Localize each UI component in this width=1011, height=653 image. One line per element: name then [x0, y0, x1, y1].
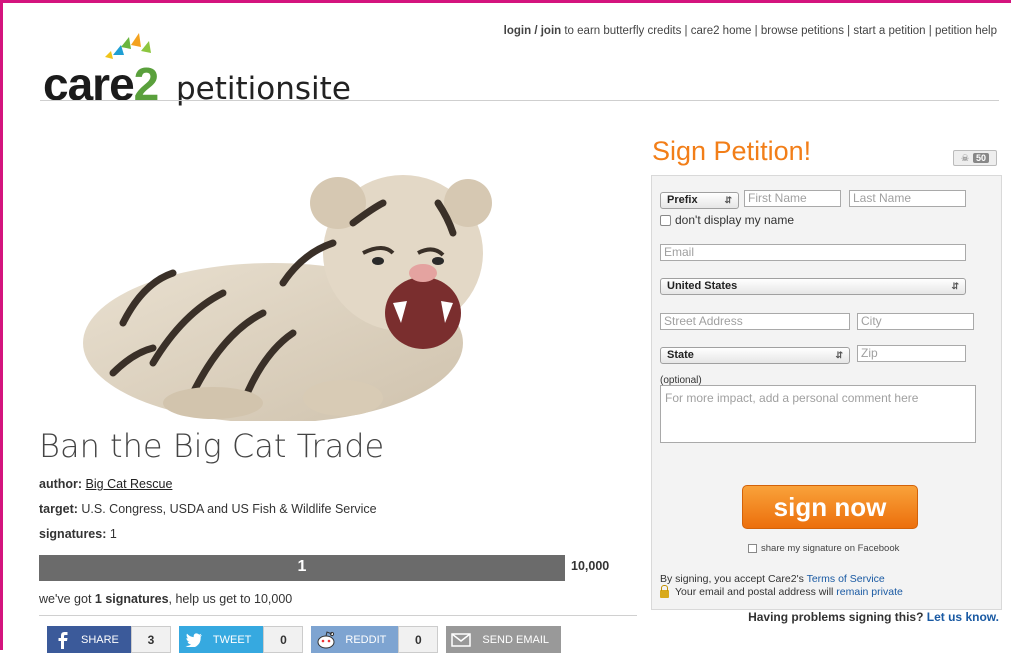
reddit-label: REDDIT — [341, 626, 398, 653]
country-select[interactable]: United States ⇵ — [660, 278, 966, 295]
terms-prefix: By signing, you accept Care2's — [660, 573, 807, 585]
logo-petitionsite-text: petitionsite — [176, 71, 351, 107]
progress-goal: 10,000 — [571, 559, 609, 573]
top-nav: login / join to earn butterfly credits |… — [504, 25, 997, 37]
petition-image — [83, 163, 513, 421]
send-email-label: SEND EMAIL — [476, 626, 561, 653]
problems-prefix: Having problems signing this? — [748, 610, 927, 624]
street-address-field[interactable]: Street Address — [660, 313, 850, 330]
butterfly-icon: ☠ — [961, 153, 969, 164]
nav-sep: | — [844, 25, 853, 37]
header-divider — [40, 100, 999, 101]
butterfly-credits-count: 50 — [973, 153, 989, 163]
petition-title: Ban the Big Cat Trade — [39, 427, 384, 465]
facebook-icon — [47, 626, 77, 653]
twitter-icon — [179, 626, 209, 653]
nav-sep: | — [926, 25, 935, 37]
facebook-share-button[interactable]: SHARE 3 — [47, 626, 171, 653]
terms-notice: By signing, you accept Care2's Terms of … — [660, 573, 885, 585]
email-icon — [446, 626, 476, 653]
state-select-value: State — [667, 349, 694, 361]
petition-help-link[interactable]: petition help — [935, 25, 997, 37]
tweet-button[interactable]: TWEET 0 — [179, 626, 304, 653]
prefix-select-value: Prefix — [667, 194, 698, 206]
hide-name-label: don't display my name — [675, 213, 794, 227]
select-arrows-icon: ⇵ — [951, 279, 959, 294]
select-arrows-icon: ⇵ — [835, 348, 843, 363]
select-arrows-icon: ⇵ — [724, 193, 732, 208]
share-divider — [39, 615, 637, 616]
let-us-know-link[interactable]: Let us know. — [927, 610, 999, 624]
sign-petition-heading: Sign Petition! — [652, 136, 811, 167]
lock-icon — [660, 590, 669, 598]
share-bar: SHARE 3 TWEET 0 REDDIT 0 SEND EMAIL — [47, 626, 561, 653]
comment-textarea[interactable]: For more impact, add a personal comment … — [660, 385, 976, 443]
facebook-share-checkbox-label: share my signature on Facebook — [761, 543, 899, 554]
logo-care-text: care2 — [43, 57, 158, 111]
target-value: U.S. Congress, USDA and US Fish & Wildli… — [81, 502, 376, 516]
tweet-label: TWEET — [209, 626, 264, 653]
nav-text: to earn butterfly credits | — [561, 25, 691, 37]
author-link[interactable]: Big Cat Rescue — [86, 477, 173, 491]
reddit-button[interactable]: REDDIT 0 — [311, 626, 438, 653]
facebook-share-label: SHARE — [77, 626, 131, 653]
tweet-count: 0 — [263, 626, 303, 653]
remain-private-link[interactable]: remain private — [836, 586, 903, 598]
progress-message: we've got 1 signatures, help us get to 1… — [39, 592, 292, 606]
email-field[interactable]: Email — [660, 244, 966, 261]
facebook-share-count: 3 — [131, 626, 171, 653]
signing-problems-note: Having problems signing this? Let us kno… — [748, 610, 999, 624]
checkbox-box[interactable] — [660, 215, 671, 226]
signature-progress-bar: 1 — [39, 555, 565, 581]
checkbox-box[interactable] — [748, 544, 757, 553]
browse-petitions-link[interactable]: browse petitions — [761, 25, 844, 37]
last-name-field[interactable]: Last Name — [849, 190, 966, 207]
facebook-share-checkbox[interactable]: share my signature on Facebook — [748, 543, 899, 554]
care2-home-link[interactable]: care2 home — [691, 25, 752, 37]
progress-count: 1 — [39, 558, 565, 576]
country-select-value: United States — [667, 280, 737, 292]
nav-sep: | — [751, 25, 760, 37]
butterfly-credits-badge: ☠ 50 — [953, 150, 997, 166]
privacy-prefix: Your email and postal address will — [675, 586, 836, 598]
tiger-cub-image — [83, 163, 513, 421]
zip-field[interactable]: Zip — [857, 345, 966, 362]
reddit-icon — [311, 626, 341, 653]
signatures-label: signatures: — [39, 527, 106, 541]
send-email-button[interactable]: SEND EMAIL — [446, 626, 561, 653]
signatures-value: 1 — [110, 527, 117, 541]
city-field[interactable]: City — [857, 313, 974, 330]
progress-message-prefix: we've got — [39, 592, 95, 606]
terms-of-service-link[interactable]: Terms of Service — [807, 573, 885, 585]
progress-message-suffix: , help us get to 10,000 — [169, 592, 293, 606]
target-label: target: — [39, 502, 78, 516]
reddit-count: 0 — [398, 626, 438, 653]
start-petition-link[interactable]: start a petition — [853, 25, 925, 37]
petition-target: target: U.S. Congress, USDA and US Fish … — [39, 502, 377, 516]
first-name-field[interactable]: First Name — [744, 190, 841, 207]
login-join-link[interactable]: login / join — [504, 25, 562, 37]
prefix-select[interactable]: Prefix ⇵ — [660, 192, 739, 209]
privacy-notice: Your email and postal address will remai… — [660, 586, 903, 598]
care2-logo[interactable]: care2 petitionsite — [43, 33, 383, 113]
author-label: author: — [39, 477, 82, 491]
hide-name-checkbox[interactable]: don't display my name — [660, 213, 794, 227]
petition-signatures: signatures: 1 — [39, 527, 117, 541]
state-select[interactable]: State ⇵ — [660, 347, 850, 364]
progress-message-count: 1 signatures — [95, 592, 169, 606]
petition-author: author: Big Cat Rescue — [39, 477, 172, 491]
sign-now-button[interactable]: sign now — [742, 485, 918, 529]
